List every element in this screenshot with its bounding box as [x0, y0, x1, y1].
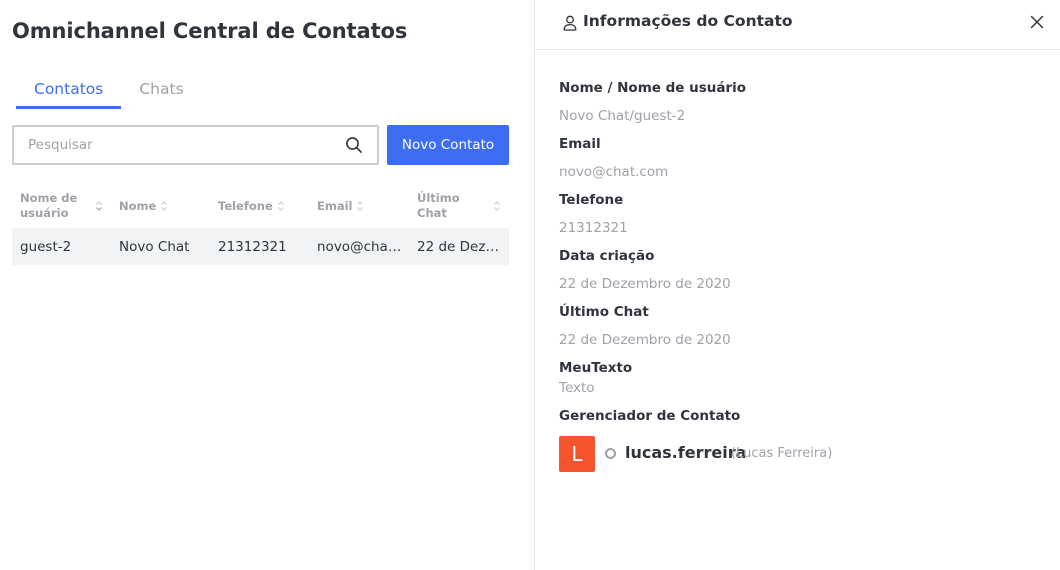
user-icon — [563, 15, 577, 31]
field-value-created: 22 de Dezembro de 2020 — [559, 276, 731, 292]
field-value-email: novo@chat.com — [559, 164, 669, 180]
column-header-email[interactable]: Email — [309, 184, 409, 228]
contact-info-panel: Informações do Contato Nome / Nome de us… — [535, 0, 1060, 570]
field-label-contact-manager: Gerenciador de Contato — [559, 408, 741, 424]
contacts-table: Nome de usuário Nome Telefone Email Últi… — [12, 184, 509, 265]
tab-chats[interactable]: Chats — [121, 76, 201, 109]
manager-username[interactable]: lucas.ferreira — [625, 443, 746, 462]
contact-center-pane: Omnichannel Central de Contatos Contatos… — [0, 0, 534, 570]
column-header-last-chat-line1: Último — [417, 191, 460, 205]
field-value-name: Novo Chat/guest-2 — [559, 108, 686, 124]
column-header-last-chat[interactable]: Último Chat — [409, 184, 509, 228]
column-header-email-label: Email — [317, 198, 353, 213]
cell-last-chat: 22 de Dezembro de 2020 — [417, 238, 509, 255]
column-header-last-chat-line2: Chat — [417, 206, 447, 220]
panel-header: Informações do Contato — [535, 0, 1060, 50]
column-header-phone[interactable]: Telefone — [210, 184, 309, 228]
avatar[interactable]: L — [559, 436, 595, 472]
search-icon[interactable] — [345, 136, 363, 154]
sort-icon — [277, 201, 284, 211]
cell-name: Novo Chat — [119, 238, 190, 255]
table-body: guest-2 Novo Chat 21312321 novo@chat.com… — [12, 228, 509, 265]
app-window: Omnichannel Central de Contatos Contatos… — [0, 0, 1060, 570]
page-title: Omnichannel Central de Contatos — [12, 19, 408, 43]
column-header-name[interactable]: Nome — [111, 184, 210, 228]
cell-phone: 21312321 — [218, 238, 287, 255]
new-contact-button[interactable]: Novo Contato — [387, 125, 509, 165]
search-box — [12, 125, 379, 165]
panel-title: Informações do Contato — [583, 12, 793, 30]
field-label-phone: Telefone — [559, 192, 624, 208]
table-row[interactable]: guest-2 Novo Chat 21312321 novo@chat.com… — [12, 228, 509, 265]
field-value-phone: 21312321 — [559, 220, 628, 236]
search-input[interactable] — [14, 127, 334, 163]
tabs: Contatos Chats — [16, 76, 202, 110]
sort-icon — [96, 201, 102, 211]
table-header: Nome de usuário Nome Telefone Email Últi… — [12, 184, 509, 228]
sort-icon — [357, 201, 364, 211]
column-header-phone-label: Telefone — [218, 198, 273, 213]
column-header-name-label: Nome — [119, 198, 157, 213]
field-value-custom-text: Texto — [559, 380, 595, 396]
field-label-custom-text: MeuTexto — [559, 360, 633, 376]
sort-icon — [494, 201, 500, 211]
field-label-name: Nome / Nome de usuário — [559, 80, 747, 96]
manager-full-name: (Lucas Ferreira) — [731, 446, 833, 461]
cell-email: novo@chat.com — [317, 238, 409, 255]
column-header-username-line2: usuário — [20, 206, 69, 220]
status-offline-icon — [605, 448, 616, 459]
column-header-username[interactable]: Nome de usuário — [12, 184, 111, 228]
sort-icon — [161, 201, 168, 211]
cell-username: guest-2 — [20, 238, 72, 255]
column-header-username-line1: Nome de — [20, 191, 78, 205]
field-label-last-chat: Último Chat — [559, 304, 649, 320]
tab-contatos[interactable]: Contatos — [16, 76, 122, 109]
close-icon[interactable] — [1030, 15, 1044, 29]
field-value-last-chat: 22 de Dezembro de 2020 — [559, 332, 731, 348]
field-label-created: Data criação — [559, 248, 655, 264]
field-label-email: Email — [559, 136, 601, 152]
